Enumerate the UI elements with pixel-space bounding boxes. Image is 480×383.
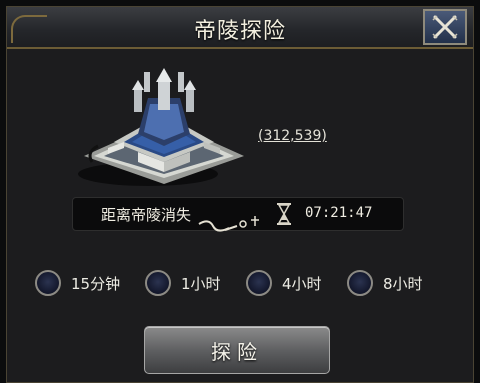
radio-button[interactable] — [347, 270, 373, 296]
dialog-title: 帝陵探险 — [193, 19, 286, 44]
radio-button[interactable] — [35, 270, 61, 296]
explore-button[interactable]: 探险 — [144, 326, 330, 374]
radio-button[interactable] — [145, 270, 171, 296]
duration-option-8h[interactable]: 8小时 — [347, 268, 423, 298]
close-button[interactable] — [423, 9, 467, 45]
disappear-timer-bar: 距离帝陵消失 07:21:47 — [72, 197, 404, 231]
hourglass-icon — [277, 203, 291, 225]
timer-value: 07:21:47 — [305, 205, 373, 221]
option-label: 1小时 — [181, 274, 221, 293]
duration-options: 15分钟 1小时 4小时 8小时 — [35, 268, 445, 298]
timer-label: 距离帝陵消失 — [101, 206, 192, 224]
title-bar: 帝陵探险 — [7, 7, 473, 49]
option-label: 8小时 — [383, 274, 423, 293]
duration-option-1h[interactable]: 1小时 — [145, 268, 221, 298]
imperial-tomb-image[interactable] — [78, 62, 250, 186]
tomb-coordinates-link[interactable]: (312,539) — [258, 128, 327, 144]
radio-button[interactable] — [246, 270, 272, 296]
duration-option-15min[interactable]: 15分钟 — [35, 268, 120, 298]
option-label: 4小时 — [282, 274, 322, 293]
close-x-icon — [432, 15, 458, 39]
duration-option-4h[interactable]: 4小时 — [246, 268, 322, 298]
option-label: 15分钟 — [71, 274, 121, 293]
